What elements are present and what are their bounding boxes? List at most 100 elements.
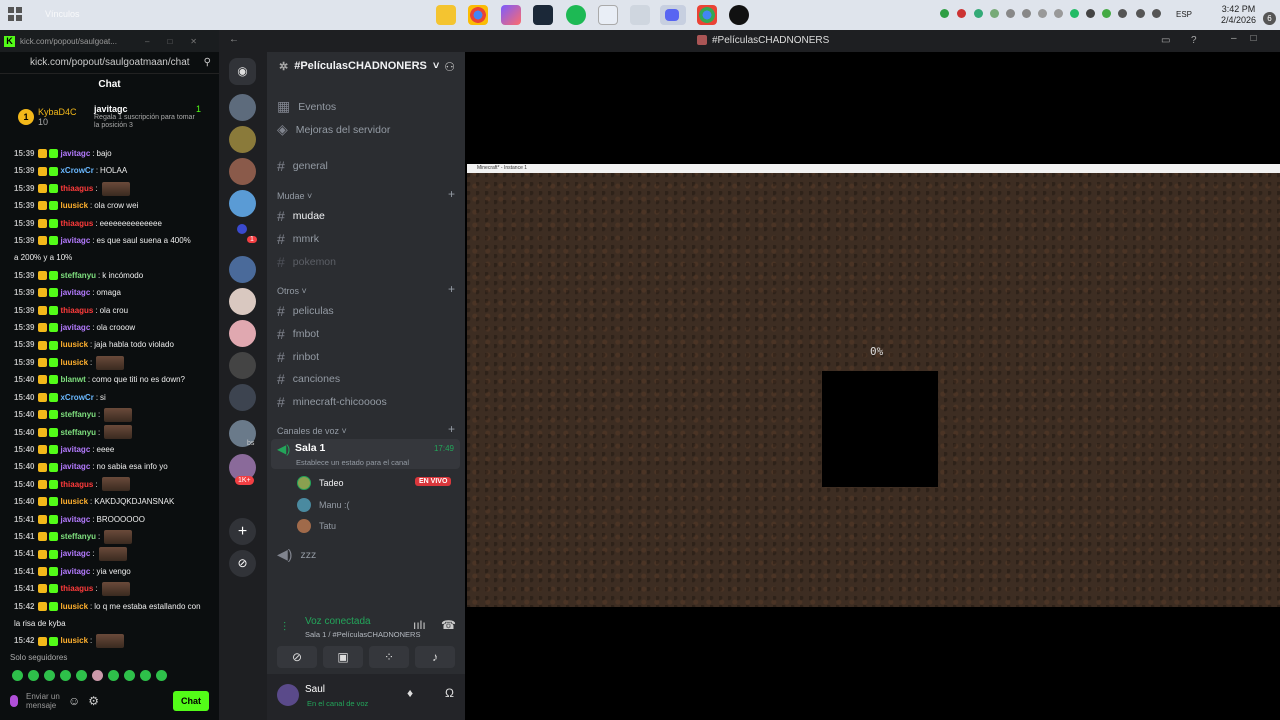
add-channel-icon[interactable]: +: [448, 282, 455, 296]
tray-icon[interactable]: [1118, 9, 1127, 18]
message-username[interactable]: thiaagus: [60, 215, 93, 232]
voice-channel-sala[interactable]: ◀) Sala 1 17:49 Establece un estado para…: [271, 439, 460, 469]
message-username[interactable]: thiaagus: [60, 302, 93, 319]
voice-channel-zzz[interactable]: ◀) zzz: [277, 546, 316, 563]
tray-icon[interactable]: [1022, 9, 1031, 18]
message-username[interactable]: javitagc: [60, 319, 90, 336]
message-username[interactable]: javitagc: [60, 145, 90, 162]
clock[interactable]: 3:42 PM 2/4/2026: [1221, 4, 1256, 26]
notification-badge[interactable]: 6: [1263, 12, 1276, 25]
search-icon[interactable]: ⚲: [204, 57, 211, 68]
discord-taskbar-button[interactable]: [660, 5, 686, 25]
tray-icon[interactable]: [1102, 9, 1111, 18]
message-username[interactable]: steffanyu: [60, 528, 96, 545]
server-icon[interactable]: [229, 288, 256, 315]
message-username[interactable]: luusick: [60, 632, 88, 649]
avatar[interactable]: [277, 684, 299, 706]
message-username[interactable]: thiaagus: [60, 476, 93, 493]
emote-icon[interactable]: [28, 669, 39, 681]
signal-icon[interactable]: ⫶: [283, 620, 286, 635]
channel-mmrk[interactable]: # mmrk: [277, 231, 319, 247]
tray-icon[interactable]: [974, 9, 983, 18]
message-username[interactable]: javitagc: [60, 284, 90, 301]
emote-icon[interactable]: [124, 669, 135, 681]
message-username[interactable]: xCrowCr: [60, 162, 93, 179]
microphone-icon[interactable]: [10, 695, 18, 707]
back-arrow-icon[interactable]: ←: [229, 34, 239, 45]
message-username[interactable]: javitagc: [60, 545, 90, 562]
server-icon[interactable]: [229, 94, 256, 121]
server-icon[interactable]: [229, 256, 256, 283]
emoji-icon[interactable]: ☺: [68, 694, 80, 708]
tray-icon[interactable]: [1070, 9, 1079, 18]
channel-rinbot[interactable]: # rinbot: [277, 349, 319, 365]
emote-icon[interactable]: [12, 669, 23, 681]
copilot-icon[interactable]: [501, 5, 521, 25]
category-otros[interactable]: Otros ˅: [277, 286, 307, 296]
message-username[interactable]: javitagc: [60, 511, 90, 528]
spotify-icon[interactable]: [566, 5, 586, 25]
volume-icon[interactable]: [1152, 9, 1161, 18]
help-icon[interactable]: ?: [1191, 35, 1197, 46]
message-username[interactable]: javitagc: [60, 232, 90, 249]
channel-fmbot[interactable]: # fmbot: [277, 326, 319, 342]
github-icon[interactable]: [729, 5, 749, 25]
chrome-icon[interactable]: [468, 5, 488, 25]
emote-icon[interactable]: [108, 669, 119, 681]
photos-icon[interactable]: [630, 5, 650, 25]
activities-button[interactable]: ⁘: [369, 646, 409, 668]
message-username[interactable]: blanwt: [60, 371, 85, 388]
store-icon[interactable]: [598, 5, 618, 25]
emote-icon[interactable]: [92, 669, 103, 681]
tray-icon[interactable]: [1006, 9, 1015, 18]
channel-mudae[interactable]: # mudae: [277, 208, 325, 224]
discover-icon[interactable]: ⊘: [229, 550, 256, 577]
add-channel-icon[interactable]: +: [448, 187, 455, 201]
emote-icon[interactable]: [76, 669, 87, 681]
voice-user[interactable]: Manu :(: [297, 498, 350, 512]
window-controls[interactable]: –□: [1231, 33, 1271, 44]
message-username[interactable]: luusick: [60, 598, 88, 615]
steam-tray-icon[interactable]: [1086, 9, 1095, 18]
language-indicator[interactable]: ESP: [1176, 10, 1192, 19]
server-icon[interactable]: [229, 384, 256, 411]
inbox-icon[interactable]: ▭: [1161, 35, 1170, 46]
add-server-icon[interactable]: +: [229, 518, 256, 545]
tray-icon[interactable]: [957, 9, 966, 18]
server-icon[interactable]: [229, 126, 256, 153]
file-explorer-icon[interactable]: [436, 5, 456, 25]
chrome-alt-icon[interactable]: [697, 5, 717, 25]
server-icon[interactable]: [229, 320, 256, 347]
message-username[interactable]: javitagc: [60, 441, 90, 458]
message-username[interactable]: steffanyu: [60, 406, 96, 423]
tray-icon[interactable]: [990, 9, 999, 18]
server-header[interactable]: ✲ #PelículasCHADNONERS ˅: [279, 60, 439, 73]
message-username[interactable]: luusick: [60, 493, 88, 510]
folder-icon[interactable]: [237, 224, 247, 234]
soundboard-button[interactable]: ♪: [415, 646, 455, 668]
camera-off-button[interactable]: ⊘: [277, 646, 317, 668]
noise-suppression-icon[interactable]: ıılı: [413, 618, 426, 632]
message-username[interactable]: xCrowCr: [60, 389, 93, 406]
boost-item[interactable]: ◈ Mejoras del servidor: [277, 121, 390, 138]
channel-canciones[interactable]: # canciones: [277, 371, 340, 387]
settings-icon[interactable]: ⚙: [88, 694, 99, 708]
emote-icon[interactable]: [156, 669, 167, 681]
server-icon[interactable]: [229, 190, 256, 217]
xbox-tray-icon[interactable]: [940, 9, 949, 18]
microphone-tray-icon[interactable]: [1054, 9, 1063, 18]
send-chat-button[interactable]: Chat: [173, 691, 209, 711]
message-username[interactable]: javitagc: [60, 458, 90, 475]
channel-pokemon[interactable]: # pokemon: [277, 254, 336, 270]
voice-user[interactable]: Tadeo: [297, 476, 344, 490]
message-username[interactable]: steffanyu: [60, 267, 96, 284]
message-username[interactable]: thiaagus: [60, 580, 93, 597]
add-channel-icon[interactable]: +: [448, 422, 455, 436]
emote-icon[interactable]: [60, 669, 71, 681]
voice-channel-path[interactable]: Sala 1 / #PelículasCHADNONERS: [305, 630, 420, 639]
emote-icon[interactable]: [140, 669, 151, 681]
message-username[interactable]: luusick: [60, 197, 88, 214]
events-item[interactable]: ▦ Eventos: [277, 98, 336, 115]
voice-status[interactable]: Establece un estado para el canal: [296, 458, 409, 467]
category-mudae[interactable]: Mudae ˅: [277, 191, 312, 201]
